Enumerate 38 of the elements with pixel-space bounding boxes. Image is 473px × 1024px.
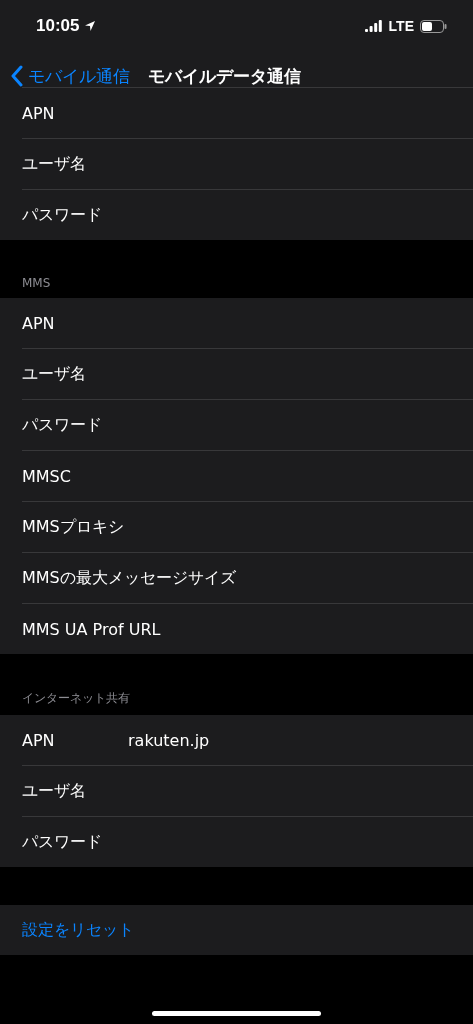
settings-row[interactable]: ユーザ名: [22, 765, 473, 816]
settings-row[interactable]: MMSC: [22, 450, 473, 501]
row-label: MMSプロキシ: [22, 516, 125, 538]
section-header: MMS: [21, 275, 52, 292]
row-label: パスワード: [22, 831, 103, 853]
row-label: APN: [22, 730, 56, 750]
row-value: rakuten.jp: [128, 730, 210, 750]
row-label: MMSC: [22, 466, 72, 486]
row-label: MMS UA Prof URL: [22, 619, 161, 639]
network-type: LTE: [388, 18, 414, 34]
status-time: 10:05: [36, 16, 80, 36]
location-icon: [84, 20, 97, 32]
row-label: APN: [22, 103, 56, 123]
settings-row[interactable]: パスワード: [22, 399, 473, 450]
settings-row[interactable]: MMSの最大メッセージサイズ: [22, 552, 473, 603]
settings-row[interactable]: ユーザ名: [22, 138, 473, 189]
battery-icon: [420, 19, 447, 33]
settings-row[interactable]: APN: [22, 87, 473, 138]
back-button[interactable]: モバイル通信: [10, 64, 130, 88]
reset-button[interactable]: 設定をリセット: [0, 905, 473, 955]
signal-icon: [364, 20, 383, 32]
row-label: パスワード: [22, 204, 103, 226]
settings-row[interactable]: APN: [22, 298, 473, 348]
nav-title: モバイルデータ通信: [148, 64, 301, 88]
section-header: インターネット共有: [21, 690, 131, 707]
settings-row[interactable]: MMSプロキシ: [22, 501, 473, 552]
row-label: ユーザ名: [22, 363, 87, 385]
row-label: APN: [22, 313, 56, 333]
settings-row[interactable]: APN rakuten.jp: [22, 715, 473, 765]
row-label: ユーザ名: [22, 780, 87, 802]
row-label: ユーザ名: [22, 153, 87, 175]
chevron-left-icon: [10, 65, 24, 87]
row-label: MMSの最大メッセージサイズ: [22, 567, 236, 589]
settings-row[interactable]: パスワード: [22, 189, 473, 240]
row-label: パスワード: [22, 414, 103, 436]
settings-row[interactable]: パスワード: [22, 816, 473, 867]
settings-row[interactable]: MMS UA Prof URL: [22, 603, 473, 654]
settings-row[interactable]: ユーザ名: [22, 348, 473, 399]
